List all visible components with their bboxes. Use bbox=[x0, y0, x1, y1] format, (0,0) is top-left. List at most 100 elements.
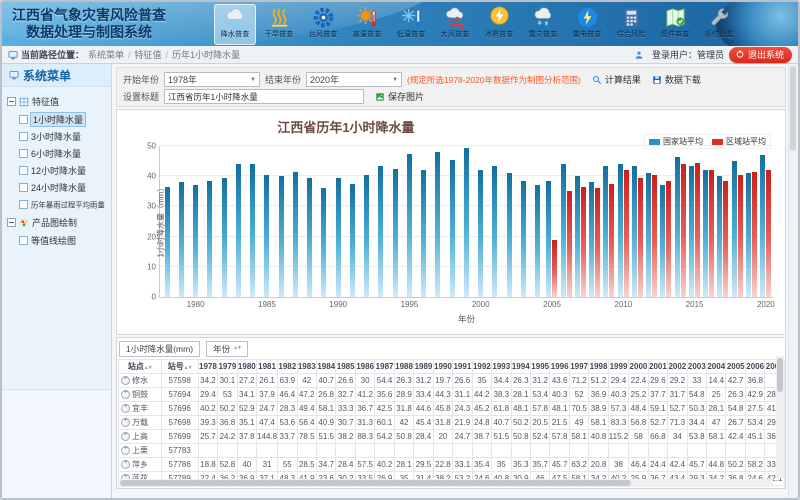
toolbar-item-11[interactable]: 图件审查 bbox=[654, 4, 696, 45]
station-name-cell[interactable]: 铜鼓 bbox=[119, 388, 162, 402]
col-header-year-1998[interactable]: 1998 bbox=[589, 360, 608, 374]
checkbox-icon[interactable] bbox=[19, 132, 28, 141]
toolbar-item-5[interactable]: 低温普查 bbox=[390, 4, 432, 45]
toolbar-item-12[interactable]: 系统设置 bbox=[698, 4, 740, 45]
col-header-station[interactable]: 站点▲▼ bbox=[119, 360, 162, 374]
station-name-cell[interactable]: 上栗 bbox=[119, 444, 162, 458]
col-header-year-1981[interactable]: 1981 bbox=[257, 360, 278, 374]
tree-toggle-icon[interactable] bbox=[7, 97, 16, 106]
col-header-year-1993[interactable]: 1993 bbox=[492, 360, 511, 374]
start-year-select[interactable]: 1978年 ▼ bbox=[164, 72, 260, 87]
col-header-year-2004[interactable]: 2004 bbox=[707, 360, 726, 374]
sidebar-item-等值线绘图[interactable]: 等值线绘图 bbox=[5, 232, 108, 249]
table-horizontal-scrollbar[interactable] bbox=[118, 479, 773, 487]
chart-title-input[interactable] bbox=[164, 89, 364, 104]
col-header-year-1982[interactable]: 1982 bbox=[278, 360, 297, 374]
value-cell: 42.5 bbox=[375, 402, 394, 416]
value-cell: 50.2 bbox=[511, 416, 530, 430]
sidebar-item-6小时降水量[interactable]: 6小时降水量 bbox=[5, 145, 108, 162]
col-header-year-1990[interactable]: 1990 bbox=[433, 360, 452, 374]
download-button[interactable]: 数据下载 bbox=[652, 73, 701, 86]
col-header-year-1999[interactable]: 1999 bbox=[608, 360, 628, 374]
toolbar-item-6[interactable]: 大风普查 bbox=[434, 4, 476, 45]
sidebar-item-3小时降水量[interactable]: 3小时降水量 bbox=[5, 128, 108, 145]
col-header-year-2003[interactable]: 2003 bbox=[687, 360, 706, 374]
table-vertical-scrollbar[interactable] bbox=[776, 356, 784, 478]
expand-icon[interactable] bbox=[121, 432, 130, 441]
col-header-year-1996[interactable]: 1996 bbox=[550, 360, 569, 374]
tree-group-2[interactable]: 产品图绘制 bbox=[5, 213, 108, 232]
toolbar-item-4[interactable]: 高温普查 bbox=[346, 4, 388, 45]
sidebar-item-24小时降水量[interactable]: 24小时降水量 bbox=[5, 179, 108, 196]
station-name-cell[interactable]: 修水 bbox=[119, 374, 162, 388]
breadcrumb-item[interactable]: 特征值 bbox=[135, 48, 162, 61]
col-header-year-2000[interactable]: 2000 bbox=[629, 360, 648, 374]
tree-toggle-icon[interactable] bbox=[7, 218, 16, 227]
table-metric-chip[interactable]: 1小时降水量(mm) bbox=[119, 341, 200, 357]
col-header-year-1987[interactable]: 1987 bbox=[375, 360, 394, 374]
checkbox-icon[interactable] bbox=[19, 166, 28, 175]
col-header-year-1989[interactable]: 1989 bbox=[414, 360, 433, 374]
breadcrumb-item[interactable]: 历年1小时降水量 bbox=[172, 48, 240, 61]
sidebar-item-12小时降水量[interactable]: 12小时降水量 bbox=[5, 162, 108, 179]
col-header-year-1979[interactable]: 1979 bbox=[218, 360, 237, 374]
toolbar-item-3[interactable]: 台风普查 bbox=[302, 4, 344, 45]
expand-icon[interactable] bbox=[121, 488, 130, 489]
toolbar-item-7[interactable]: 冰雹普查 bbox=[478, 4, 520, 45]
checkbox-icon[interactable] bbox=[19, 183, 28, 192]
col-header-year-1985[interactable]: 1985 bbox=[336, 360, 355, 374]
bar-slot-1997 bbox=[431, 146, 445, 297]
station-name-cell[interactable]: 万载 bbox=[119, 416, 162, 430]
checkbox-icon[interactable] bbox=[19, 200, 28, 209]
col-header-year-1978[interactable]: 1978 bbox=[198, 360, 217, 374]
vscroll-thumb[interactable] bbox=[777, 358, 783, 392]
expand-icon[interactable] bbox=[121, 376, 130, 385]
col-header-year-2002[interactable]: 2002 bbox=[668, 360, 687, 374]
checkbox-icon[interactable] bbox=[19, 115, 28, 124]
station-name-cell[interactable]: 上高 bbox=[119, 430, 162, 444]
sidebar-item-历年暴雨过程平均雨量[interactable]: 历年暴雨过程平均雨量 bbox=[5, 196, 108, 213]
bar-regional-2017 bbox=[723, 181, 728, 297]
year-sort-chip[interactable]: 年份 ▲▼ bbox=[206, 341, 248, 357]
page-scrollbar[interactable] bbox=[788, 64, 798, 498]
breadcrumb-item[interactable]: 系统菜单 bbox=[88, 48, 124, 61]
toolbar-item-8[interactable]: 雪灾普查 bbox=[522, 4, 564, 45]
col-header-year-1986[interactable]: 1986 bbox=[355, 360, 374, 374]
toolbar-item-9[interactable]: 雷电普查 bbox=[566, 4, 608, 45]
col-header-year-2006[interactable]: 2006 bbox=[745, 360, 764, 374]
col-header-year-1983[interactable]: 1983 bbox=[297, 360, 316, 374]
col-header-year-1992[interactable]: 1992 bbox=[472, 360, 491, 374]
station-code-cell: 57786 bbox=[161, 458, 198, 472]
col-header-code[interactable]: 站号▲▼ bbox=[161, 360, 198, 374]
expand-icon[interactable] bbox=[121, 418, 130, 427]
col-header-year-1980[interactable]: 1980 bbox=[237, 360, 256, 374]
col-header-year-1997[interactable]: 1997 bbox=[569, 360, 588, 374]
save-image-button[interactable]: 保存图片 bbox=[375, 90, 424, 103]
col-header-year-2005[interactable]: 2005 bbox=[726, 360, 745, 374]
toolbar-item-10[interactable]: 综合风险 bbox=[610, 4, 652, 45]
checkbox-icon[interactable] bbox=[19, 149, 28, 158]
col-header-year-1988[interactable]: 1988 bbox=[394, 360, 413, 374]
expand-icon[interactable] bbox=[121, 404, 130, 413]
station-name-cell[interactable]: 萍乡 bbox=[119, 458, 162, 472]
toolbar-item-2[interactable]: 干旱普查 bbox=[258, 4, 300, 45]
expand-icon[interactable] bbox=[121, 460, 130, 469]
calculate-button[interactable]: 计算结果 bbox=[592, 73, 641, 86]
col-header-year-1995[interactable]: 1995 bbox=[530, 360, 549, 374]
col-header-year-1984[interactable]: 1984 bbox=[316, 360, 335, 374]
expand-icon[interactable] bbox=[121, 390, 130, 399]
hscroll-thumb[interactable] bbox=[120, 480, 631, 486]
tree-group-1[interactable]: 特征值 bbox=[5, 92, 108, 111]
expand-icon[interactable] bbox=[121, 446, 130, 455]
end-year-select[interactable]: 2020年 ▼ bbox=[306, 72, 402, 87]
checkbox-icon[interactable] bbox=[19, 236, 28, 245]
toolbar-item-1[interactable]: 降水普查 bbox=[214, 4, 256, 45]
col-header-year-1994[interactable]: 1994 bbox=[511, 360, 530, 374]
col-header-year-2001[interactable]: 2001 bbox=[648, 360, 667, 374]
bar-national-2018 bbox=[732, 161, 737, 297]
sidebar-item-1小时降水量[interactable]: 1小时降水量 bbox=[5, 111, 108, 128]
page-scroll-thumb[interactable] bbox=[790, 66, 796, 151]
station-name-cell[interactable]: 宜丰 bbox=[119, 402, 162, 416]
logout-button[interactable]: 退出系统 bbox=[729, 47, 792, 63]
col-header-year-1991[interactable]: 1991 bbox=[453, 360, 472, 374]
